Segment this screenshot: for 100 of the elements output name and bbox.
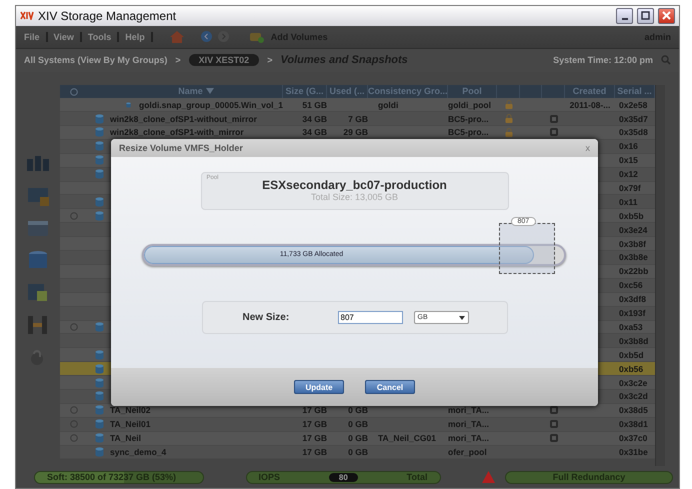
expand-icon[interactable]: [70, 406, 78, 414]
breadcrumb-link[interactable]: All Systems (View By My Groups): [24, 55, 168, 66]
size-cell-text: 51 GB: [301, 100, 327, 110]
serial-cell-text: 0x3e24: [618, 224, 648, 235]
monitor-icon[interactable]: [25, 185, 51, 208]
serial-cell-text: 0x38d1: [618, 419, 649, 430]
sort-icon[interactable]: [206, 88, 214, 94]
used-cell-text: 29 GB: [342, 127, 368, 138]
used-cell-text: 7 GB: [347, 114, 368, 124]
pool-cell-text: BC5-pro...: [448, 127, 490, 138]
serial-cell-text: 0x3b8d: [618, 336, 650, 346]
serial-cell-text: 0xb5b: [618, 210, 645, 221]
pool-cell-text: BC5-pro...: [448, 114, 490, 124]
created-cell-text: 2011-08-...: [568, 100, 612, 110]
name-cell: win2k8_clone_ofSP1-without_mirror: [110, 114, 257, 124]
window-title: XIV Storage Management: [38, 8, 178, 23]
minimize-icon: [622, 18, 628, 20]
serial-cell-text: 0x3c2d: [618, 391, 649, 402]
serial-cell-text: 0x3b8f: [618, 238, 647, 249]
name-cell: TA_Neil02: [110, 405, 150, 416]
table-row[interactable]: win2k8_clone_ofSP1-with_mirror 34 GB 29 GB BC5-pro... 0x35d8: [60, 126, 655, 140]
serial-cell-text: 0xb5d: [618, 350, 645, 360]
expand-all-icon[interactable]: [70, 88, 78, 96]
table-row[interactable]: TA_Neil 17 GB 0 GB TA_Neil_CG01 mori_TA... 0x37c0: [60, 432, 655, 446]
name-cell: win2k8_clone_ofSP1-with_mirror: [110, 127, 244, 138]
serial-cell-text: 0x79f: [618, 183, 642, 194]
expand-icon[interactable]: [70, 212, 78, 220]
consistency-group-cell-text: goldi: [377, 100, 400, 110]
serial-cell-text: 0x31be: [618, 446, 649, 457]
close-button[interactable]: x: [586, 143, 590, 153]
used-cell-text: 0 GB: [347, 419, 368, 430]
used-cell-text: 0 GB: [347, 446, 368, 457]
minimize-button[interactable]: [616, 8, 633, 24]
size-cell-text: 17 GB: [301, 446, 327, 457]
size-cell-text: 17 GB: [301, 433, 327, 444]
name-cell: sync_demo_4: [110, 446, 166, 457]
pool-cell-text: ofer_pool: [448, 446, 488, 457]
pool-cell-text: mori_TA...: [448, 419, 490, 430]
serial-cell-text: 0x35d8: [618, 127, 649, 138]
serial-cell-text: 0x3c2e: [618, 378, 648, 388]
serial-cell-text: 0x2e58: [618, 100, 648, 110]
pool-cell-text: mori_TA...: [448, 433, 490, 444]
used-cell-text: 0 GB: [347, 433, 368, 444]
new-size-label: New Size:: [242, 312, 290, 323]
dialog-title: Resize Volume VMFS_Holder: [119, 143, 243, 153]
pool-name: ESXsecondary_bc07-production: [262, 178, 447, 192]
add-volume-icon[interactable]: [248, 30, 265, 43]
serial-cell-text: 0x16: [618, 141, 639, 152]
maximize-button[interactable]: [637, 8, 654, 24]
warning-icon: [482, 471, 495, 484]
close-button[interactable]: [658, 8, 675, 24]
consistency-group-cell-text: TA_Neil_CG01: [377, 433, 437, 444]
used-cell-text: 0 GB: [347, 405, 368, 416]
menu-item[interactable]: View: [54, 32, 82, 42]
table-row[interactable]: goldi.snap_group_00005.Win_vol_1 51 GB goldi goldi_pool 2011-08-... 0x2e58: [60, 98, 655, 112]
scrollbar[interactable]: [655, 85, 665, 466]
menu-item[interactable]: Help: [125, 32, 153, 42]
name-cell: goldi.snap_group_00005.Win_vol_1: [139, 100, 283, 110]
cancel-button[interactable]: Cancel: [365, 380, 415, 394]
name-cell: TA_Neil01: [110, 419, 150, 430]
search-icon[interactable]: [661, 55, 671, 66]
breadcrumb-separator: >: [267, 55, 272, 66]
new-size-field[interactable]: 807: [338, 311, 402, 324]
serial-cell-text: 0xa53: [618, 322, 644, 332]
pool-cell-text: mori_TA...: [448, 405, 490, 416]
expand-icon[interactable]: [70, 434, 78, 442]
back-icon[interactable]: [200, 31, 212, 42]
menu-item[interactable]: Tools: [88, 32, 120, 42]
serial-cell-text: 0x193f: [618, 308, 646, 318]
table-row[interactable]: win2k8_clone_ofSP1-without_mirror 34 GB 7 GB BC5-pro... 0x35d7: [60, 112, 655, 126]
system-time: System Time: 12:00 pm: [553, 55, 653, 66]
serial-cell-text: 0xb56: [618, 364, 644, 374]
serial-cell-text: 0x11: [618, 196, 638, 207]
size-cell-text: 17 GB: [301, 419, 327, 430]
serial-cell-text: 0x3b8e: [618, 252, 649, 262]
serial-cell-text: 0x22bb: [618, 266, 650, 276]
serial-cell-text: 0x15: [618, 155, 639, 166]
serial-cell-text: 0x38d5: [618, 405, 649, 416]
system-pill[interactable]: XIV XEST02: [188, 54, 260, 66]
table-row[interactable]: sync_demo_4 17 GB 0 GB ofer_pool 0x31be: [60, 446, 655, 460]
menu-item[interactable]: File: [24, 32, 48, 42]
pool-cell-text: goldi_pool: [448, 100, 492, 110]
serial-cell-text: 0x35d7: [618, 114, 649, 124]
size-cell-text: 34 GB: [301, 127, 327, 138]
serial-cell-text: 0x37c0: [618, 433, 648, 444]
logo-icon: [20, 11, 34, 20]
expand-icon[interactable]: [70, 322, 78, 331]
update-button[interactable]: Update: [294, 380, 344, 394]
iops-value: 80: [328, 472, 358, 482]
maximize-icon: [641, 11, 650, 20]
home-icon[interactable]: [168, 30, 185, 44]
name-cell: TA_Neil: [110, 433, 142, 444]
pool-total-size: Total Size: 13,005 GB: [310, 192, 398, 202]
table-row[interactable]: TA_Neil01 17 GB 0 GB mori_TA... 0x38d1: [60, 418, 655, 432]
serial-cell-text: 0x3df8: [618, 294, 647, 304]
serial-cell-text: 0x12: [618, 169, 639, 180]
breadcrumb-separator: >: [175, 55, 181, 66]
close-icon: [662, 11, 671, 20]
size-cell-text: 34 GB: [301, 114, 327, 124]
serial-cell-text: 0xc56: [618, 280, 644, 290]
